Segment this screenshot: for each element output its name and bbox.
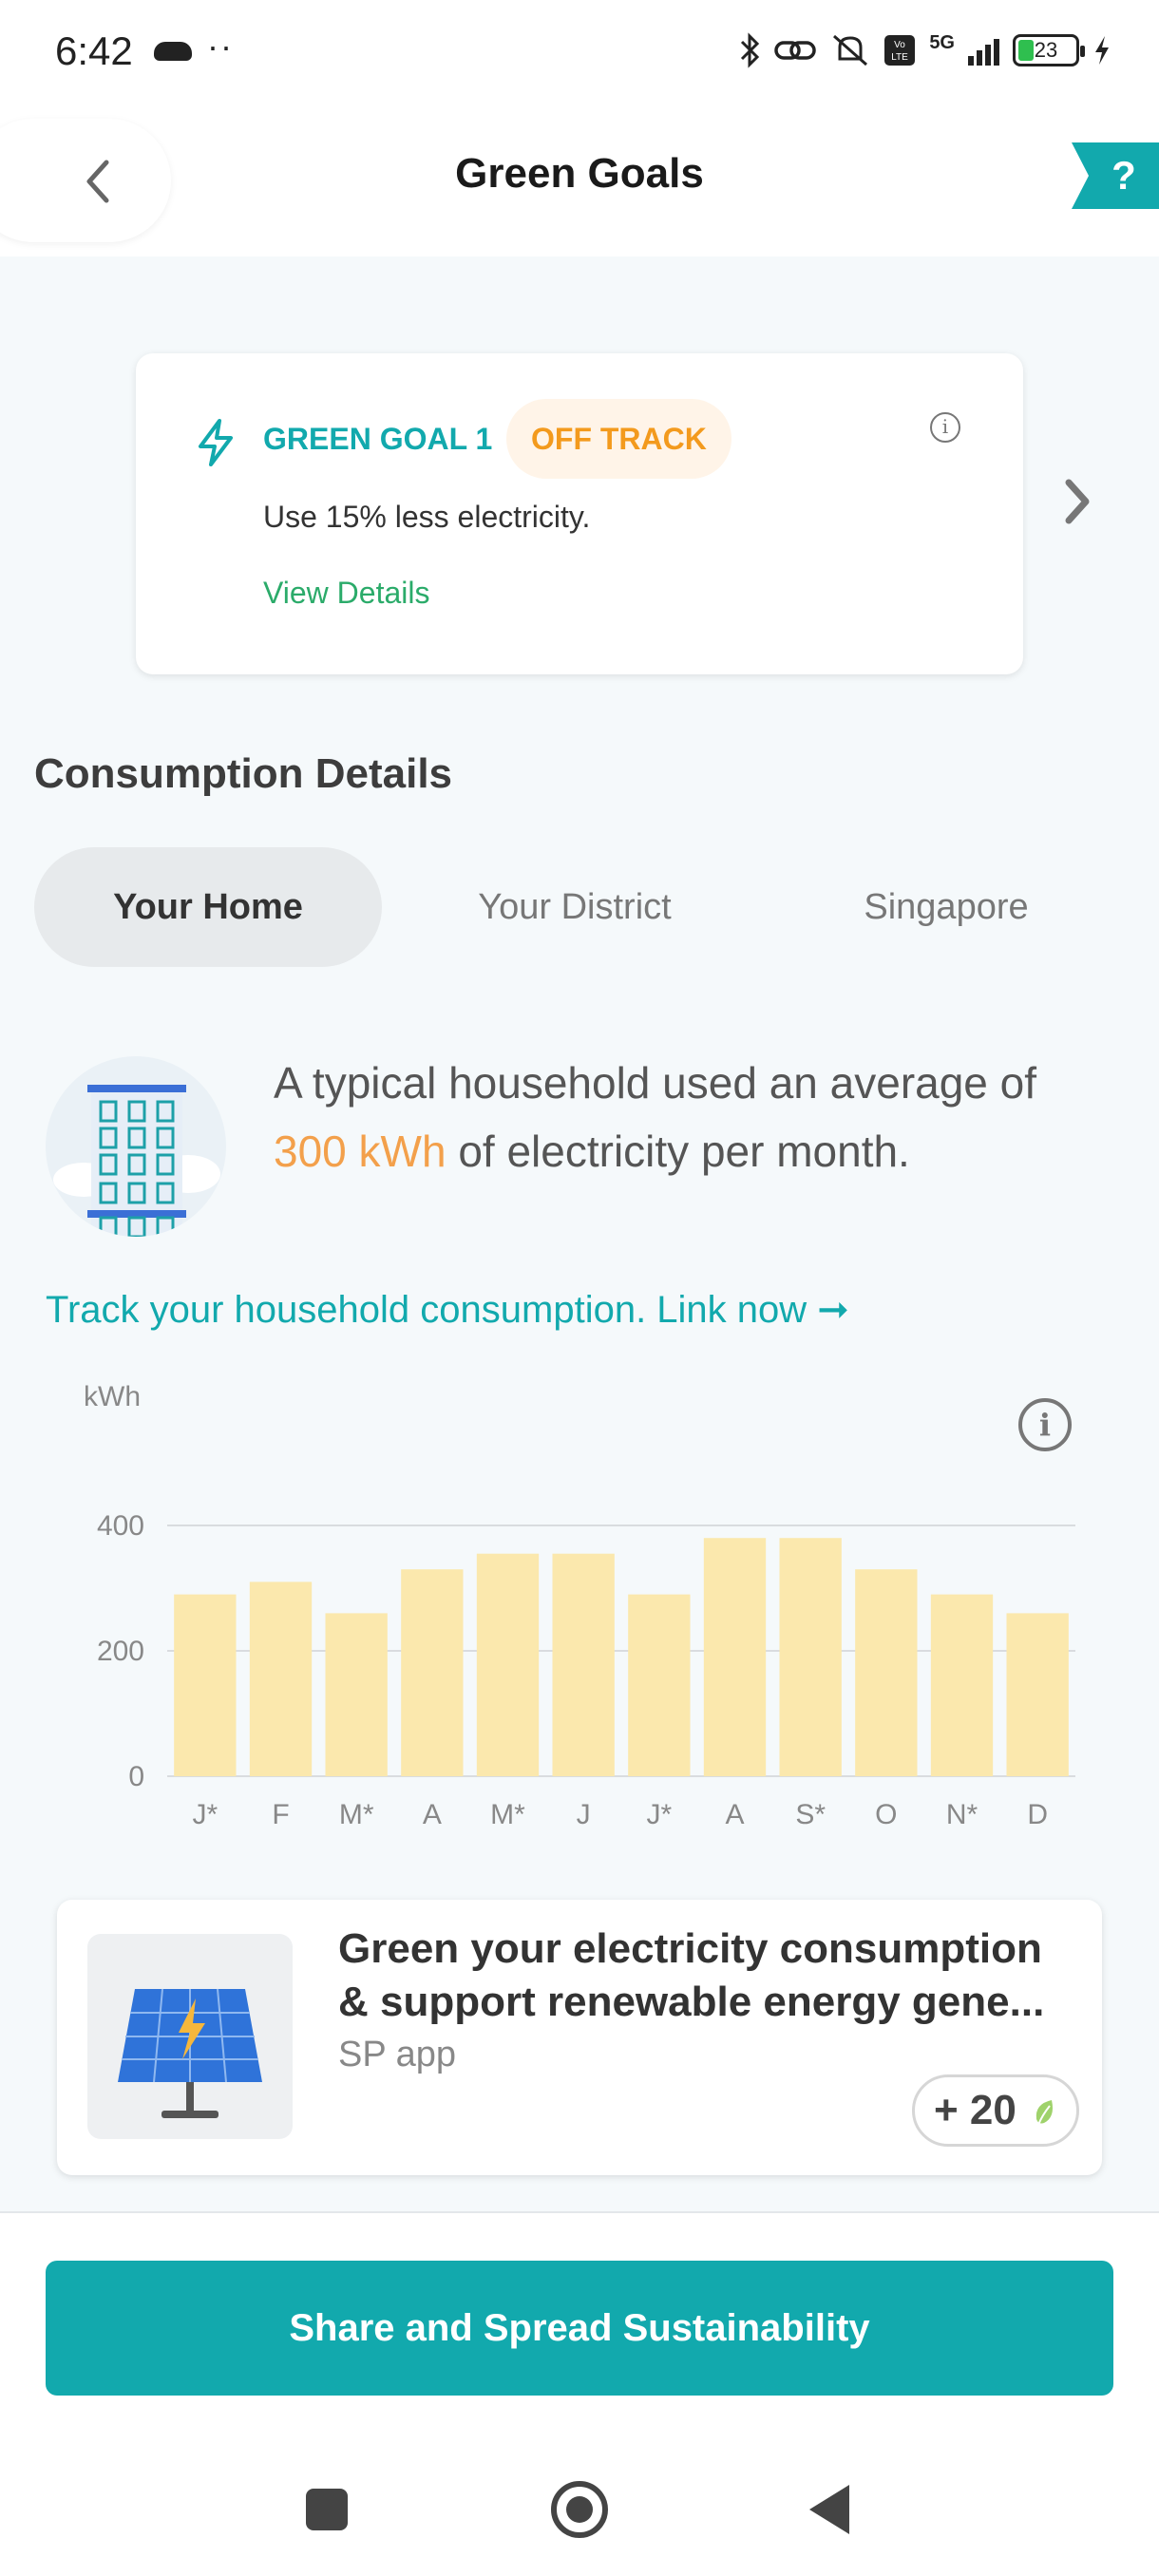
link-now-link[interactable]: Track your household consumption. Link n…: [46, 1288, 849, 1332]
chart-bar: [552, 1553, 615, 1776]
chart-bar: [401, 1569, 464, 1776]
chart-bar: [779, 1538, 842, 1776]
link-icon: [774, 41, 817, 60]
recommendation-card[interactable]: Green your electricity consumption & sup…: [57, 1900, 1102, 2175]
consumption-chart: kWh 0 200 400 J* F M* A M* J J* A S* O N* D: [84, 1381, 1075, 1830]
status-icons: Vo LTE 5G 23: [739, 32, 1112, 68]
x-tick-label: O: [875, 1799, 897, 1830]
chart-bar: [476, 1553, 540, 1776]
chevron-right-icon[interactable]: [1060, 477, 1094, 526]
section-title: Consumption Details: [34, 750, 453, 797]
app-header: Green Goals ?: [0, 104, 1159, 256]
average-prefix: A typical household used an average of: [274, 1058, 1037, 1108]
y-tick-label: 400: [97, 1510, 144, 1542]
goal-label: GREEN GOAL 1: [263, 422, 493, 456]
back-nav-button[interactable]: [809, 2485, 849, 2534]
x-tick-label: J*: [192, 1799, 218, 1830]
svg-text:Vo: Vo: [894, 40, 905, 50]
x-tick-label: M*: [490, 1799, 525, 1830]
building-illustration: [46, 1056, 226, 1237]
consumption-tabs: Your Home Your District Singapore: [34, 847, 1127, 967]
recommendation-title: Green your electricity consumption & sup…: [338, 1923, 1079, 2029]
points-badge: + 20: [912, 2074, 1079, 2147]
chart-bar: [1006, 1613, 1069, 1776]
x-tick-label: F: [272, 1799, 289, 1830]
chart-bar: [249, 1582, 313, 1776]
x-tick-label: M*: [339, 1799, 374, 1830]
mute-icon: [833, 34, 868, 66]
goal-description: Use 15% less electricity.: [263, 500, 591, 534]
x-tick-label: D: [1027, 1799, 1048, 1830]
average-value: 300 kWh: [274, 1127, 446, 1176]
info-icon[interactable]: i: [930, 412, 960, 443]
average-consumption-text: A typical household used an average of 3…: [274, 1049, 1110, 1185]
average-suffix: of electricity per month.: [458, 1127, 910, 1176]
recent-apps-button[interactable]: [306, 2489, 348, 2530]
volte-icon: Vo LTE: [884, 35, 916, 66]
chart-bar: [703, 1538, 767, 1776]
notification-dots: ··: [207, 27, 234, 66]
x-tick-label: A: [725, 1799, 744, 1830]
signal-icon: [968, 35, 999, 66]
chart-bar: [325, 1613, 388, 1776]
x-tick-label: A: [423, 1799, 442, 1830]
charging-icon: [1095, 36, 1109, 65]
y-tick-label: 0: [128, 1761, 144, 1792]
chart-bar: [174, 1594, 237, 1776]
lightning-icon: [199, 419, 233, 466]
y-axis-label: kWh: [84, 1381, 141, 1412]
green-goal-card[interactable]: GREEN GOAL 1 OFF TRACK i Use 15% less el…: [136, 353, 1023, 674]
info-icon[interactable]: i: [1018, 1398, 1072, 1451]
tab-your-home[interactable]: Your Home: [34, 847, 382, 967]
leaf-icon: [1036, 2100, 1053, 2126]
recommendation-title-line1: Green your electricity consumption: [338, 1925, 1042, 1972]
x-tick-label: J*: [646, 1799, 672, 1830]
x-tick-label: N*: [946, 1799, 978, 1830]
svg-text:LTE: LTE: [892, 52, 909, 63]
x-tick-label: S*: [795, 1799, 826, 1830]
battery-icon: 23: [1013, 34, 1085, 66]
recommendation-title-line2: & support renewable energy gene...: [338, 1979, 1045, 2025]
chart-bar: [855, 1569, 918, 1776]
solar-panel-illustration: [87, 1934, 293, 2139]
battery-level: 23: [1034, 38, 1058, 62]
share-button[interactable]: Share and Spread Sustainability: [46, 2261, 1113, 2396]
tab-your-district[interactable]: Your District: [401, 847, 749, 967]
tab-singapore[interactable]: Singapore: [766, 847, 1127, 967]
status-badge: OFF TRACK: [506, 399, 732, 479]
page-title: Green Goals: [455, 150, 704, 197]
bluetooth-icon: [741, 32, 760, 68]
chart-bar: [628, 1594, 691, 1776]
view-details-link[interactable]: View Details: [263, 576, 429, 611]
status-bar: 6:42 ·· Vo LTE 5G 23: [0, 0, 1159, 104]
network-type: 5G: [929, 32, 955, 53]
x-tick-label: J: [577, 1799, 591, 1830]
recommendation-source: SP app: [338, 2035, 456, 2074]
y-tick-label: 200: [97, 1636, 144, 1667]
points-value: + 20: [934, 2087, 1016, 2133]
chart-bar: [930, 1594, 994, 1776]
cloud-icon: [154, 42, 192, 61]
home-button[interactable]: [551, 2481, 608, 2538]
status-time: 6:42: [55, 28, 133, 73]
